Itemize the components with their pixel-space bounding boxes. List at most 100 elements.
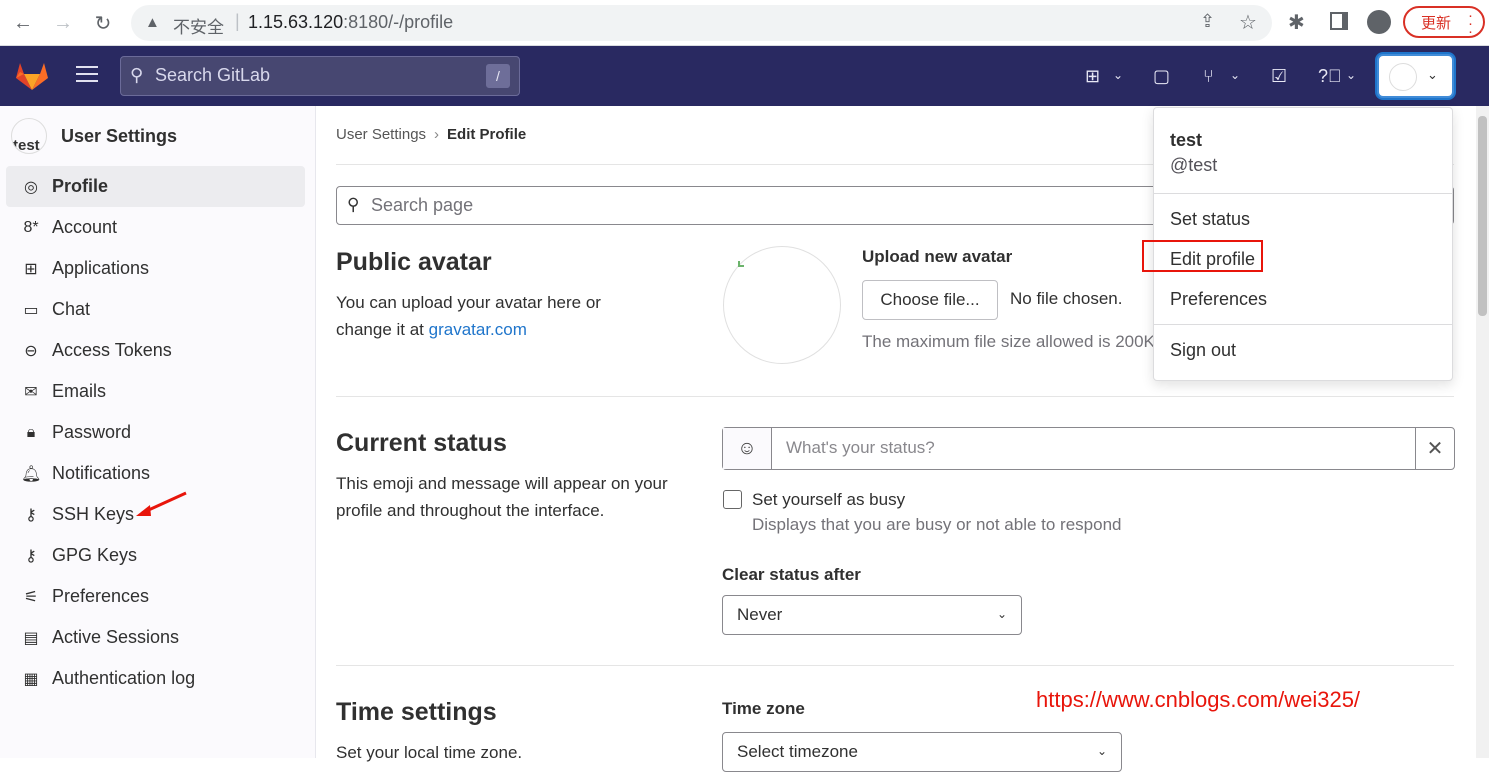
- broken-image-icon: [738, 261, 744, 267]
- preferences-menu-item[interactable]: Preferences: [1170, 289, 1267, 310]
- browser-update-button[interactable]: 更新 · · ·: [1403, 6, 1485, 39]
- chevron-right-icon: ›: [434, 126, 440, 143]
- bell-icon: 🔔︎: [21, 465, 42, 483]
- insecure-label: 不安全: [173, 18, 224, 37]
- annotation-highlight-box: [1142, 240, 1263, 272]
- sidebar-item-applications[interactable]: ⊞ Applications: [6, 248, 305, 289]
- sidebar-item-access-tokens[interactable]: ⊖ Access Tokens: [6, 330, 305, 371]
- close-icon[interactable]: ✕: [1415, 428, 1454, 469]
- time-section-desc: Set your local time zone.: [336, 743, 523, 762]
- applications-grid-icon: ⊞: [24, 260, 38, 278]
- address-bar[interactable]: ▲ 不安全 | 1.15.63.120:8180/-/profile ⇪ ☆: [131, 5, 1272, 41]
- lock-icon: 🔒︎: [26, 423, 36, 441]
- avatar-text: test: [13, 137, 40, 154]
- divider: [336, 665, 1454, 666]
- settings-sidebar: test User Settings ◎ Profile 8* Account ⊞ A…: [0, 106, 316, 758]
- sidebar-item-chat[interactable]: ▭ Chat: [6, 289, 305, 330]
- timezone-label: Time zone: [722, 699, 805, 718]
- chevron-down-icon[interactable]: ⌄: [1346, 68, 1356, 82]
- page-search-input[interactable]: [371, 195, 971, 216]
- busy-checkbox[interactable]: [723, 490, 742, 509]
- sidebar-item-label: Password: [52, 422, 132, 442]
- monitor-icon: ▤: [23, 629, 39, 647]
- search-icon: ⚲: [347, 195, 360, 214]
- gitlab-search-input[interactable]: [155, 65, 455, 86]
- todos-checkbox-icon[interactable]: ☑: [1271, 66, 1287, 87]
- hamburger-menu-icon[interactable]: [76, 66, 98, 84]
- forward-arrow-icon[interactable]: →: [48, 8, 78, 38]
- chevron-down-icon: ⌄: [1096, 744, 1107, 758]
- upload-avatar-label: Upload new avatar: [862, 247, 1013, 266]
- scrollbar-thumb[interactable]: [1478, 116, 1487, 316]
- issues-icon[interactable]: ▢: [1153, 66, 1170, 87]
- sidebar-header[interactable]: test User Settings: [11, 116, 177, 156]
- bookmark-star-icon[interactable]: ☆: [1239, 10, 1257, 35]
- sidebar-item-active-sessions[interactable]: ▤ Active Sessions: [6, 617, 305, 658]
- sidebar-item-notifications[interactable]: 🔔︎ Notifications: [6, 453, 305, 494]
- busy-label[interactable]: Set yourself as busy: [752, 490, 905, 510]
- sidebar-item-account[interactable]: 8* Account: [6, 207, 305, 248]
- user-menu-button[interactable]: ⌄: [1377, 54, 1454, 98]
- dropdown-user-name[interactable]: test: [1170, 130, 1202, 151]
- breadcrumb-current: Edit Profile: [447, 126, 527, 143]
- back-arrow-icon[interactable]: ←: [8, 8, 38, 38]
- sidebar-item-label: Applications: [52, 258, 150, 278]
- avatar: test: [11, 118, 47, 154]
- key-icon: ⚷: [25, 506, 37, 524]
- sidebar-item-label: Active Sessions: [52, 627, 180, 647]
- sidebar-item-password[interactable]: 🔒︎ Password: [6, 412, 305, 453]
- status-input[interactable]: [786, 438, 1366, 458]
- timezone-select[interactable]: Select timezone ⌄: [722, 732, 1122, 772]
- sidebar-title: User Settings: [61, 125, 178, 146]
- help-question-icon[interactable]: ?⃝: [1318, 66, 1342, 87]
- user-circle-icon: ◎: [24, 178, 38, 196]
- sidebar-item-label: Preferences: [52, 586, 150, 606]
- key-icon: ⚷: [25, 547, 37, 565]
- gravatar-link[interactable]: gravatar.com: [429, 320, 527, 339]
- status-input-group: ☺ ✕: [722, 427, 1455, 470]
- update-label: 更新: [1421, 14, 1452, 32]
- avatar: [723, 246, 841, 364]
- choose-file-button[interactable]: Choose file...: [862, 280, 998, 320]
- gitlab-logo-icon[interactable]: [15, 59, 49, 91]
- emoji-picker-icon[interactable]: ☺: [723, 428, 772, 469]
- new-item-plus-icon[interactable]: ⊞: [1085, 66, 1100, 87]
- set-status-menu-item[interactable]: Set status: [1170, 209, 1250, 230]
- search-shortcut-badge: /: [486, 64, 510, 88]
- share-icon[interactable]: ⇪: [1200, 11, 1215, 32]
- annotation-arrow-icon: [136, 491, 187, 516]
- url-path: :8180/-/profile: [343, 12, 454, 32]
- page-scrollbar[interactable]: [1476, 106, 1489, 758]
- sidebar-item-preferences[interactable]: ⚟ Preferences: [6, 576, 305, 617]
- divider: [1154, 193, 1452, 194]
- gitlab-top-nav: ⚲ / ⊞ ⌄ ▢ ⑂ ⌄ ☑ ?⃝ ⌄ ⌄: [0, 46, 1489, 106]
- token-icon: ⊖: [24, 342, 38, 360]
- chevron-down-icon[interactable]: ⌄: [1230, 68, 1240, 82]
- reload-icon[interactable]: ↻: [88, 8, 118, 38]
- sidebar-item-profile[interactable]: ◎ Profile: [6, 166, 305, 207]
- url-text: 1.15.63.120:8180/-/profile: [248, 12, 453, 33]
- warning-icon: ▲: [145, 14, 160, 31]
- search-icon: ⚲: [130, 65, 144, 85]
- browser-toolbar: ← → ↻ ▲ 不安全 | 1.15.63.120:8180/-/profile…: [0, 0, 1489, 46]
- browser-profile-icon[interactable]: [1367, 10, 1391, 34]
- side-panel-icon[interactable]: [1330, 12, 1348, 30]
- sign-out-menu-item[interactable]: Sign out: [1170, 340, 1236, 361]
- divider: [336, 396, 1454, 397]
- extensions-puzzle-icon[interactable]: ✱: [1288, 10, 1305, 35]
- sidebar-item-emails[interactable]: ✉ Emails: [6, 371, 305, 412]
- sidebar-item-gpg-keys[interactable]: ⚷ GPG Keys: [6, 535, 305, 576]
- clear-status-select[interactable]: Never ⌄: [722, 595, 1022, 635]
- divider: [1154, 324, 1452, 325]
- breadcrumb-parent[interactable]: User Settings: [336, 126, 426, 143]
- gitlab-search[interactable]: ⚲ /: [120, 56, 520, 96]
- chevron-down-icon: ⌄: [996, 607, 1007, 621]
- avatar-section-desc: You can upload your avatar here or chang…: [336, 289, 636, 343]
- chevron-down-icon[interactable]: ⌄: [1113, 68, 1123, 82]
- clear-status-value: Never: [737, 605, 783, 624]
- avatar-section-title: Public avatar: [336, 248, 492, 276]
- dropdown-user-handle[interactable]: @test: [1170, 155, 1217, 176]
- sidebar-item-authentication-log[interactable]: ▦ Authentication log: [6, 658, 305, 699]
- merge-requests-icon[interactable]: ⑂: [1203, 66, 1214, 87]
- timezone-value: Select timezone: [737, 742, 858, 761]
